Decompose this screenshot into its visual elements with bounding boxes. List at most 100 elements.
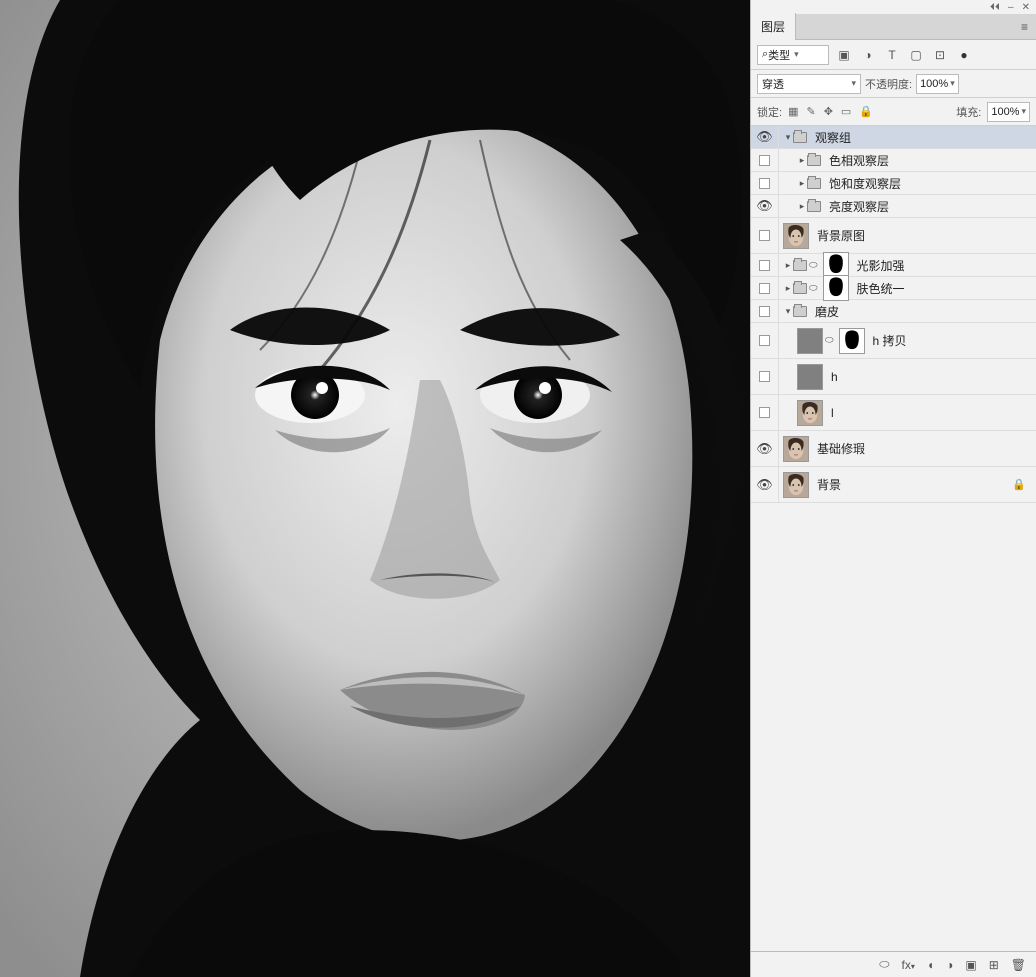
- layer-name[interactable]: h: [831, 370, 838, 384]
- lock-all-icon[interactable]: 🔒: [859, 105, 873, 118]
- lock-icon[interactable]: 🔒: [1012, 478, 1026, 491]
- add-adjustment-icon[interactable]: ◑: [946, 958, 953, 972]
- lock-artboard-icon[interactable]: ▭: [841, 105, 851, 118]
- layer-thumb[interactable]: [783, 472, 809, 498]
- add-mask-icon[interactable]: ◖: [927, 958, 934, 972]
- chevron-right-icon[interactable]: ▸: [797, 178, 807, 189]
- layer-name[interactable]: 基础修瑕: [817, 440, 865, 457]
- layer-content: ▾ 磨皮: [779, 303, 1036, 320]
- chevron-down-icon[interactable]: ▾: [783, 306, 793, 317]
- layer-row[interactable]: ▸ 饱和度观察层: [751, 172, 1036, 195]
- visibility-checkbox: [759, 178, 770, 189]
- layer-thumb[interactable]: [783, 436, 809, 462]
- visibility-toggle[interactable]: 👁: [751, 195, 779, 217]
- chevron-down-icon: ▾: [851, 78, 856, 89]
- chevron-down-icon: ▾: [950, 78, 955, 89]
- panel-minimize-icon[interactable]: –: [1008, 2, 1014, 13]
- layer-row[interactable]: ▸ 色相观察层: [751, 149, 1036, 172]
- visibility-checkbox: [759, 260, 770, 271]
- opacity-input[interactable]: 100% ▾: [916, 74, 959, 94]
- lock-position-icon[interactable]: ✥: [824, 105, 833, 118]
- mask-link-icon[interactable]: ⬭: [825, 335, 834, 346]
- layer-name[interactable]: 观察组: [815, 129, 851, 146]
- visibility-toggle[interactable]: [751, 149, 779, 171]
- lock-brush-icon[interactable]: ✎: [806, 105, 815, 118]
- chevron-right-icon[interactable]: ▸: [783, 283, 793, 294]
- mask-link-icon[interactable]: ⬭: [809, 283, 818, 294]
- visibility-checkbox: [759, 230, 770, 241]
- layer-name[interactable]: 肤色统一: [857, 280, 905, 297]
- layer-name[interactable]: 饱和度观察层: [829, 175, 901, 192]
- filter-smart-icon[interactable]: ⊡: [931, 48, 949, 62]
- filter-toggle-icon[interactable]: ●: [955, 48, 973, 62]
- chevron-down-icon[interactable]: ▾: [783, 132, 793, 143]
- panel-close-icon[interactable]: ✕: [1022, 2, 1030, 13]
- tab-layers[interactable]: 图层: [751, 13, 796, 40]
- new-layer-icon[interactable]: ⊞: [989, 958, 999, 972]
- layers-list[interactable]: 👁 ▾ 观察组 ▸ 色相观察层 ▸ 饱和度观察层 👁 ▸ 亮度观察层背景原图 ▸ ⬭ 光影加强 ▸ ⬭ 肤色统…: [751, 126, 1036, 951]
- layer-row[interactable]: 👁 ▸ 亮度观察层: [751, 195, 1036, 218]
- layer-row[interactable]: 👁 基础修瑕: [751, 431, 1036, 467]
- panel-collapse-icon[interactable]: ⏴⏴: [990, 2, 1000, 13]
- new-group-icon[interactable]: ▣: [965, 958, 976, 972]
- visibility-checkbox: [759, 155, 770, 166]
- layer-thumb[interactable]: [797, 364, 823, 390]
- layer-name[interactable]: 背景原图: [817, 227, 865, 244]
- filter-adjust-icon[interactable]: ◑: [859, 48, 877, 62]
- visibility-checkbox: [759, 371, 770, 382]
- folder-icon: [807, 178, 821, 189]
- layer-row[interactable]: ▸ ⬭ 光影加强: [751, 254, 1036, 277]
- filter-pixel-icon[interactable]: ▣: [835, 48, 853, 62]
- layer-content: ▸ 饱和度观察层: [779, 175, 1036, 192]
- layer-row[interactable]: 👁 背景 🔒: [751, 467, 1036, 503]
- image-canvas[interactable]: [0, 0, 750, 977]
- filter-shape-icon[interactable]: ▢: [907, 48, 925, 62]
- layer-name[interactable]: 光影加强: [857, 257, 905, 274]
- visibility-toggle[interactable]: [751, 172, 779, 194]
- visibility-toggle[interactable]: [751, 300, 779, 322]
- layer-name[interactable]: l: [831, 406, 834, 420]
- lock-pixels-icon[interactable]: ▦: [788, 105, 798, 118]
- layer-thumb[interactable]: [797, 328, 823, 354]
- fx-icon[interactable]: fx▾: [902, 958, 915, 972]
- layer-name[interactable]: 亮度观察层: [829, 198, 889, 215]
- blend-mode-dropdown[interactable]: 穿透 ▾: [757, 74, 861, 94]
- layer-mask-thumb[interactable]: [839, 328, 865, 354]
- layer-name[interactable]: 背景: [817, 476, 841, 493]
- chevron-right-icon[interactable]: ▸: [797, 155, 807, 166]
- layer-row[interactable]: ▸ ⬭ 肤色统一: [751, 277, 1036, 300]
- visibility-toggle[interactable]: 👁: [751, 467, 779, 502]
- folder-icon: [807, 155, 821, 166]
- layer-row[interactable]: 背景原图: [751, 218, 1036, 254]
- filter-type-dropdown[interactable]: ⌕ 类型 ▾: [757, 45, 829, 65]
- layer-row[interactable]: ▾ 磨皮: [751, 300, 1036, 323]
- visibility-toggle[interactable]: [751, 254, 779, 276]
- layer-row[interactable]: h: [751, 359, 1036, 395]
- chevron-right-icon[interactable]: ▸: [797, 201, 807, 212]
- layer-name[interactable]: 磨皮: [815, 303, 839, 320]
- layer-row[interactable]: 👁 ▾ 观察组: [751, 126, 1036, 149]
- eye-icon: 👁: [756, 198, 773, 214]
- layer-mask-thumb[interactable]: [823, 275, 849, 301]
- layer-name[interactable]: h 拷贝: [873, 332, 907, 349]
- visibility-checkbox: [759, 335, 770, 346]
- layer-row[interactable]: l: [751, 395, 1036, 431]
- layer-thumb[interactable]: [797, 400, 823, 426]
- visibility-toggle[interactable]: [751, 218, 779, 253]
- visibility-toggle[interactable]: 👁: [751, 126, 779, 148]
- visibility-toggle[interactable]: [751, 359, 779, 394]
- visibility-toggle[interactable]: [751, 323, 779, 358]
- delete-layer-icon[interactable]: 🗑: [1011, 958, 1026, 972]
- mask-link-icon[interactable]: ⬭: [809, 260, 818, 271]
- fill-input[interactable]: 100% ▾: [987, 102, 1030, 122]
- layer-name[interactable]: 色相观察层: [829, 152, 889, 169]
- visibility-toggle[interactable]: 👁: [751, 431, 779, 466]
- panel-menu-icon[interactable]: ≡: [1013, 20, 1036, 34]
- layer-thumb[interactable]: [783, 223, 809, 249]
- link-layers-icon[interactable]: ⬭: [879, 957, 889, 972]
- visibility-toggle[interactable]: [751, 277, 779, 299]
- filter-text-icon[interactable]: T: [883, 48, 901, 62]
- chevron-right-icon[interactable]: ▸: [783, 260, 793, 271]
- layer-row[interactable]: ⬭ h 拷贝: [751, 323, 1036, 359]
- visibility-toggle[interactable]: [751, 395, 779, 430]
